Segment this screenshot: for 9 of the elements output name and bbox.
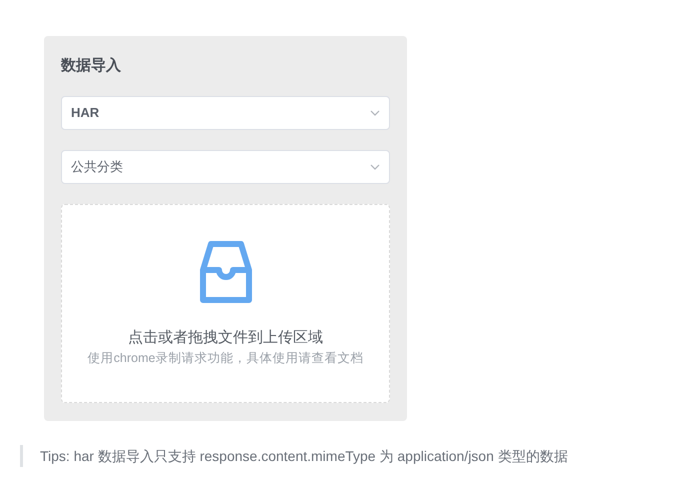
chevron-down-icon (370, 110, 380, 116)
select-field[interactable]: HAR (61, 96, 390, 130)
upload-title: 点击或者拖拽文件到上传区域 (128, 328, 323, 348)
upload-dropzone[interactable]: 点击或者拖拽文件到上传区域 使用chrome录制请求功能，具体使用请查看文档 (61, 204, 390, 403)
upload-hint: 使用chrome录制请求功能，具体使用请查看文档 (88, 350, 364, 367)
chevron-down-icon (370, 164, 380, 170)
panel-title: 数据导入 (61, 56, 122, 76)
tip-text: Tips: har 数据导入只支持 response.content.mimeType 为 application/json 类型的数据 (40, 446, 568, 466)
select-field[interactable]: 公共分类 (61, 150, 390, 184)
